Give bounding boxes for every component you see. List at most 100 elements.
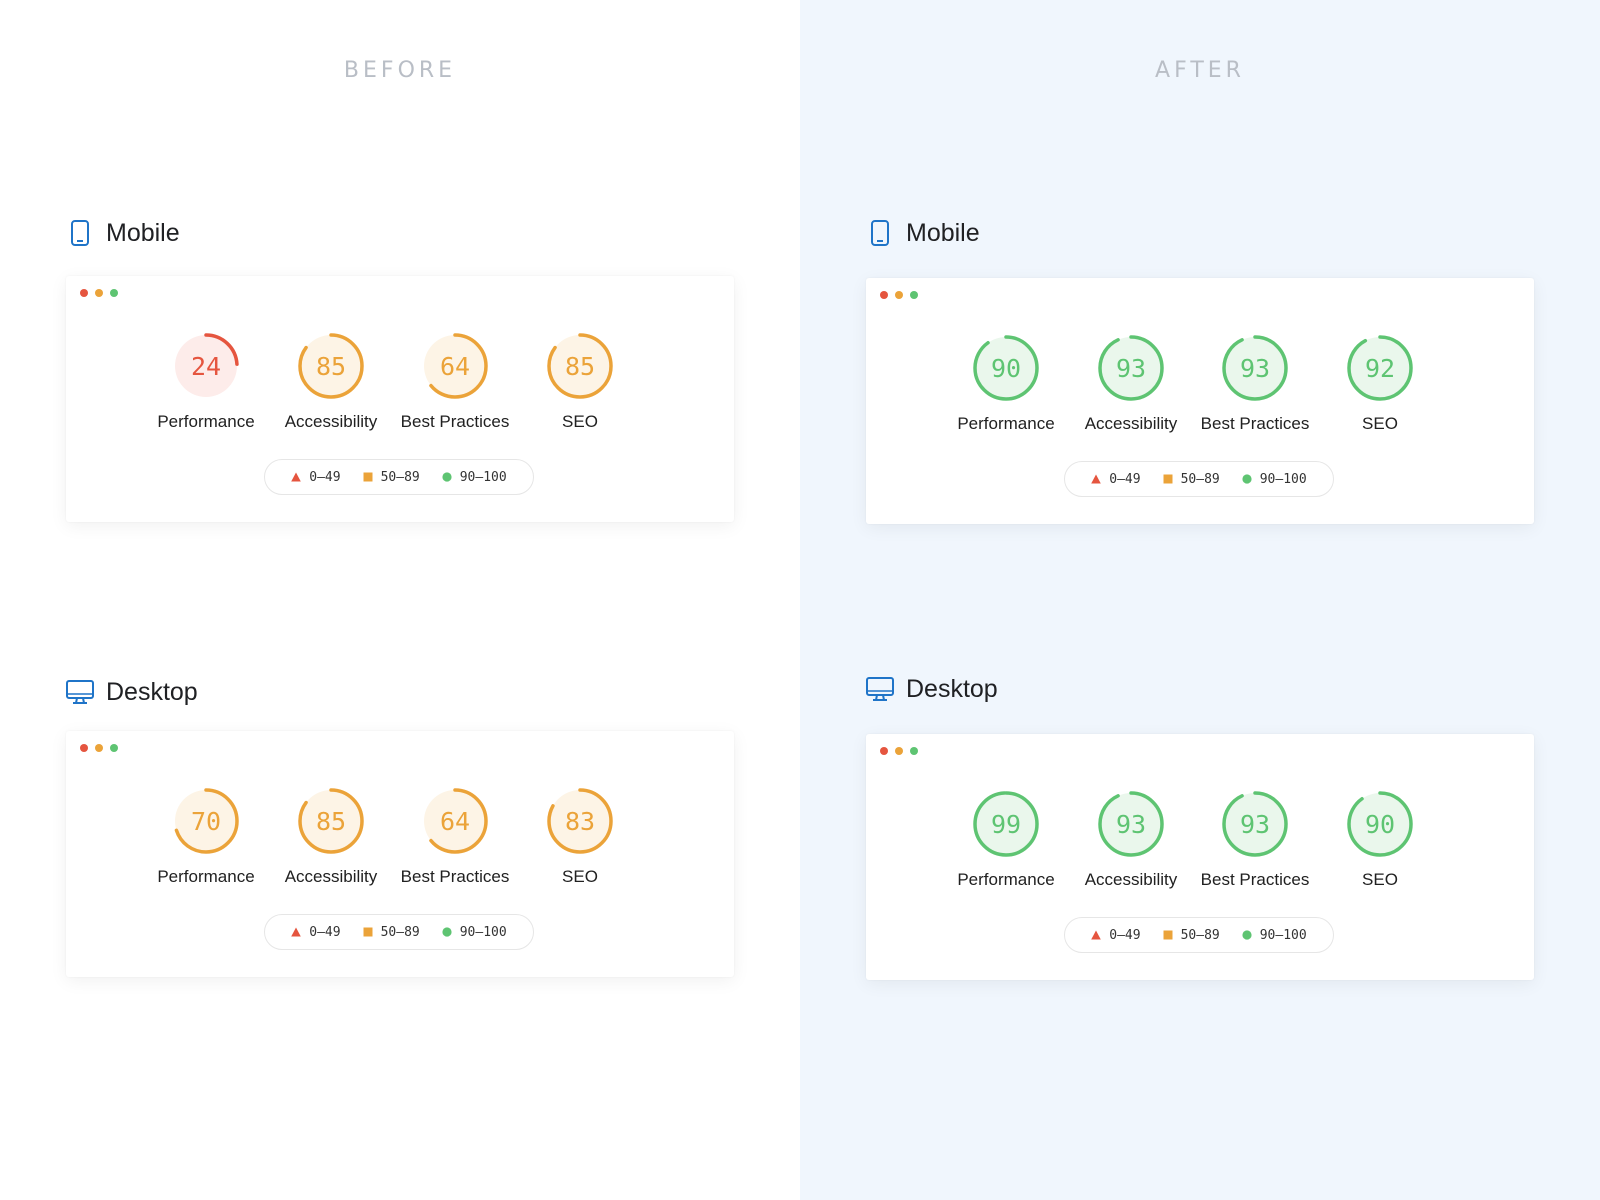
legend-range-label: 0–49: [1109, 471, 1141, 487]
before-title: BEFORE: [343, 58, 457, 83]
score-gauge: 93 Best Practices: [1190, 332, 1320, 434]
score-value: 93: [1240, 810, 1270, 839]
gauge-ring: 64: [422, 333, 488, 399]
score-category-label: Performance: [957, 414, 1055, 433]
legend-item: 0–49: [1091, 927, 1141, 943]
legend-range-label: 0–49: [309, 469, 341, 485]
score-legend: 0–49 50–89 90–100: [1064, 917, 1334, 953]
score-gauge: 85 SEO: [515, 330, 645, 432]
square-icon: [1163, 930, 1173, 940]
legend-item: 50–89: [1163, 472, 1220, 487]
desktop-monitor-icon: [866, 675, 894, 703]
score-gauge: 64 Best Practices: [390, 785, 520, 887]
window-controls: [80, 744, 125, 752]
before-mobile-report: 24 Performance 85 Accessibility 64 Best Pract…: [66, 276, 734, 522]
score-category-label: SEO: [562, 867, 598, 886]
legend-item: 0–49: [291, 924, 341, 940]
legend-item: 50–89: [1163, 928, 1220, 943]
before-mobile-heading: Mobile: [66, 215, 180, 251]
triangle-icon: [1091, 474, 1102, 484]
score-category-label: Performance: [157, 867, 255, 886]
gauge-ring: 93: [1098, 791, 1164, 857]
device-label: Desktop: [106, 677, 198, 706]
window-dot: [910, 291, 918, 299]
score-value: 90: [991, 354, 1021, 383]
window-dot: [895, 291, 903, 299]
score-category-label: Accessibility: [284, 412, 378, 431]
score-gauge: 90 Performance: [941, 332, 1071, 434]
square-icon: [363, 927, 373, 937]
score-value: 70: [191, 807, 221, 836]
after-mobile-report: 90 Performance 93 Accessibility 93 Best Pract…: [866, 278, 1534, 524]
desktop-monitor-icon: [66, 678, 94, 706]
circle-icon: [442, 472, 452, 482]
legend-item: 90–100: [442, 470, 507, 485]
gauge-ring: 90: [1347, 791, 1413, 857]
score-gauge: 93 Accessibility: [1066, 788, 1196, 890]
triangle-icon: [1091, 930, 1102, 940]
score-gauge: 64 Best Practices: [390, 330, 520, 432]
score-gauge: 83 SEO: [515, 785, 645, 887]
score-value: 92: [1365, 354, 1395, 383]
triangle-icon: [291, 472, 302, 482]
legend-item: 50–89: [363, 470, 420, 485]
window-dot: [95, 289, 103, 297]
score-legend: 0–49 50–89 90–100: [264, 914, 534, 950]
score-value: 93: [1116, 354, 1146, 383]
score-category-label: Accessibility: [284, 867, 378, 886]
gauge-ring: 99: [973, 791, 1039, 857]
score-category-label: Performance: [157, 412, 255, 431]
score-category-label: Best Practices: [400, 412, 510, 431]
after-desktop-report: 99 Performance 93 Accessibility 93 Best Pract…: [866, 734, 1534, 980]
legend-item: 90–100: [1242, 472, 1307, 487]
score-category-label: Accessibility: [1084, 414, 1178, 433]
score-value: 83: [565, 807, 595, 836]
score-value: 85: [565, 352, 595, 381]
legend-range-label: 0–49: [1109, 927, 1141, 943]
score-gauge: 92 SEO: [1315, 332, 1445, 434]
legend-item: 0–49: [291, 469, 341, 485]
gauge-ring: 85: [298, 333, 364, 399]
gauge-ring: 24: [173, 333, 239, 399]
gauge-ring: 90: [973, 335, 1039, 401]
window-dot: [895, 747, 903, 755]
score-value: 93: [1240, 354, 1270, 383]
score-value: 85: [316, 352, 346, 381]
square-icon: [363, 472, 373, 482]
window-controls: [880, 747, 925, 755]
gauge-ring: 85: [547, 333, 613, 399]
score-value: 24: [191, 352, 221, 381]
window-dot: [910, 747, 918, 755]
legend-range-label: 0–49: [309, 924, 341, 940]
window-dot: [110, 289, 118, 297]
circle-icon: [442, 927, 452, 937]
score-category-label: Performance: [957, 870, 1055, 889]
gauge-ring: 64: [422, 788, 488, 854]
score-gauge: 85 Accessibility: [266, 330, 396, 432]
legend-range-label: 90–100: [1259, 471, 1307, 487]
gauge-ring: 85: [298, 788, 364, 854]
after-title: AFTER: [1155, 58, 1245, 83]
score-gauge: 90 SEO: [1315, 788, 1445, 890]
window-controls: [80, 289, 125, 297]
smartphone-icon: [66, 219, 94, 247]
score-value: 93: [1116, 810, 1146, 839]
gauge-ring: 93: [1222, 791, 1288, 857]
score-gauge: 99 Performance: [941, 788, 1071, 890]
window-dot: [880, 291, 888, 299]
device-label: Desktop: [906, 674, 998, 703]
device-label: Mobile: [906, 218, 980, 247]
score-category-label: Accessibility: [1084, 870, 1178, 889]
legend-range-label: 50–89: [380, 924, 420, 940]
legend-range-label: 90–100: [459, 924, 507, 940]
device-label: Mobile: [106, 218, 180, 247]
window-dot: [95, 744, 103, 752]
smartphone-icon: [866, 219, 894, 247]
score-gauge: 24 Performance: [141, 330, 271, 432]
after-desktop-heading: Desktop: [866, 671, 998, 707]
score-category-label: SEO: [1362, 414, 1398, 433]
score-value: 85: [316, 807, 346, 836]
legend-range-label: 90–100: [1259, 927, 1307, 943]
score-category-label: SEO: [1362, 870, 1398, 889]
legend-range-label: 90–100: [459, 469, 507, 485]
